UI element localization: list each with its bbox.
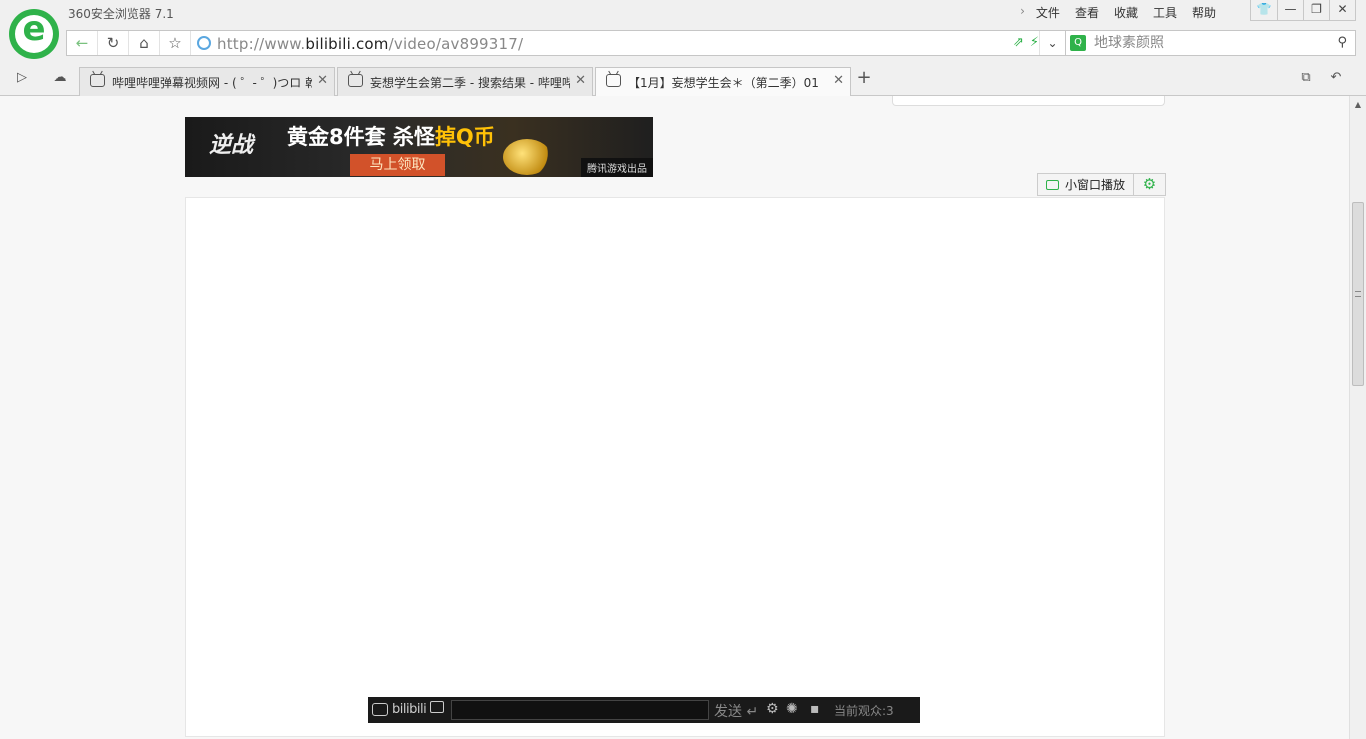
search-engine-icon[interactable]: Q [1070, 35, 1086, 51]
share-icon[interactable]: ⇗ [1013, 35, 1024, 50]
ad-cta-button[interactable]: 马上领取 [350, 154, 445, 176]
ad-game-logo: 逆战 [209, 132, 254, 158]
url-prefix: http://www. [217, 35, 306, 53]
bilibili-logo: bilibili [392, 702, 427, 717]
ad-publisher-tag: 腾讯游戏出品 [581, 158, 653, 177]
ad-headline-text: 黄金8件套 杀怪 [287, 125, 435, 149]
ad-headline-highlight: 掉Q币 [434, 125, 495, 149]
viewer-count: 当前观众:3 [834, 704, 894, 718]
menu-favorites[interactable]: 收藏 [1114, 4, 1138, 21]
tab-title: 【1月】妄想学生会＊（第二季）01 [628, 76, 819, 90]
undo-close-tab-icon[interactable]: ↶ [1326, 70, 1346, 88]
back-arrow-icon[interactable]: ← [67, 31, 98, 55]
send-label: 发送 [714, 704, 742, 720]
gear-icon[interactable]: ⚙ [766, 701, 779, 717]
close-icon[interactable]: ✕ [317, 73, 328, 88]
bilibili-tv-icon [90, 74, 105, 87]
tab-title: 哔哩哔哩弹幕视频网 - ( ゜- ゜)つロ 乾杯~ [112, 76, 312, 90]
gold-coins-image [503, 139, 551, 175]
url-input[interactable]: http://www.bilibili.com/video/av899317/ [217, 35, 523, 53]
browser-logo-icon[interactable]: e [9, 9, 59, 59]
search-box: Q ⚲ [1066, 30, 1356, 56]
address-bar: ← ↻ ⌂ ☆ http://www.bilibili.com/video/av… [66, 30, 1066, 56]
home-icon[interactable]: ⌂ [129, 31, 160, 55]
url-domain: bilibili.com [305, 35, 389, 53]
tab-video-active[interactable]: 【1月】妄想学生会＊（第二季）01 ✕ [595, 67, 851, 97]
scroll-up-arrow-icon[interactable]: ▲ [1350, 96, 1366, 113]
refresh-icon[interactable]: ↻ [98, 31, 129, 55]
tab-list-icon[interactable]: ⧉ [1296, 70, 1316, 88]
danmaku-input[interactable] [451, 700, 709, 720]
danmaku-bar: bilibili 发送 ↵ ⚙ ✺ ▪ 当前观众:3 [368, 697, 920, 723]
restore-icon[interactable]: ❐ [1303, 0, 1329, 20]
bilibili-tv-icon [606, 74, 621, 87]
header-panel-edge [892, 96, 1165, 106]
site-globe-icon [197, 36, 211, 50]
menu-tools[interactable]: 工具 [1153, 4, 1177, 21]
cloud-icon[interactable]: ☁ [50, 70, 70, 88]
scroll-thumb[interactable] [1352, 202, 1364, 386]
chevron-down-icon[interactable]: ⌄ [1039, 31, 1065, 55]
url-path: /video/av899317/ [388, 35, 524, 53]
lightning-icon[interactable]: ⚡ [1030, 35, 1039, 50]
pip-controls: 小窗口播放 ⚙ [1037, 173, 1167, 196]
navigation-bar: ← ↻ ⌂ ☆ http://www.bilibili.com/video/av… [0, 26, 1366, 62]
menu-view[interactable]: 查看 [1075, 4, 1099, 21]
close-icon[interactable]: ✕ [833, 73, 844, 88]
chevron-right-icon[interactable]: › [1020, 4, 1025, 21]
star-icon[interactable]: ☆ [160, 31, 191, 55]
app-title: 360安全浏览器 7.1 [68, 7, 174, 21]
tab-bar: ▷ ☁ 哔哩哔哩弹幕视频网 - ( ゜- ゜)つロ 乾杯~ ✕ 妄想学生会第二季… [0, 62, 1366, 97]
bilibili-tv-icon [372, 703, 388, 716]
search-icon[interactable]: ⚲ [1337, 35, 1347, 50]
window-controls: 👕 — ❐ ✕ [1250, 0, 1356, 21]
address-tools: ⇗ ⚡ [1013, 35, 1039, 50]
new-tab-plus-icon[interactable]: + [854, 67, 874, 88]
shirt-skin-icon[interactable]: 👕 [1251, 0, 1277, 20]
title-bar: 360安全浏览器 7.1 › 文件 查看 收藏 工具 帮助 👕 — ❐ ✕ [0, 0, 1366, 26]
menu-help[interactable]: 帮助 [1192, 4, 1216, 21]
tab-search-results[interactable]: 妄想学生会第二季 - 搜索结果 - 哔哩哔哩弹幕视频网 ✕ [337, 67, 593, 96]
mini-window-button[interactable]: 小窗口播放 [1038, 174, 1135, 195]
tab-bilibili-home[interactable]: 哔哩哔哩弹幕视频网 - ( ゜- ゜)つロ 乾杯~ ✕ [79, 67, 335, 96]
sidebar-toggle-icon[interactable]: ▷ [12, 70, 32, 88]
scroll-grip-icon [1355, 291, 1361, 297]
ad-banner[interactable]: 逆战 黄金8件套 杀怪掉Q币 马上领取 腾讯游戏出品 [185, 117, 653, 177]
gear-icon[interactable]: ⚙ [1134, 174, 1165, 195]
chat-bubble-icon[interactable]: ▪ [810, 701, 820, 717]
tab-title: 妄想学生会第二季 - 搜索结果 - 哔哩哔哩弹幕视频网 [370, 76, 570, 90]
vertical-scrollbar[interactable]: ▲ [1349, 96, 1366, 739]
palette-icon[interactable]: ✺ [786, 701, 798, 717]
menu-file[interactable]: 文件 [1036, 4, 1060, 21]
danmaku-toggle-icon[interactable] [430, 701, 444, 713]
minimize-icon[interactable]: — [1277, 0, 1303, 20]
send-button[interactable]: 发送 ↵ [714, 701, 758, 721]
tv-icon [1046, 179, 1059, 190]
close-icon[interactable]: ✕ [1329, 0, 1355, 20]
ad-headline: 黄金8件套 杀怪掉Q币 [287, 121, 495, 151]
video-player[interactable] [185, 197, 1165, 737]
page-viewport: 逆战 黄金8件套 杀怪掉Q币 马上领取 腾讯游戏出品 小窗口播放 ⚙ bilib… [0, 96, 1349, 739]
close-icon[interactable]: ✕ [575, 73, 586, 88]
bilibili-tv-icon [348, 74, 363, 87]
menu-bar: › 文件 查看 收藏 工具 帮助 [1020, 4, 1216, 21]
search-input[interactable] [1094, 33, 1324, 53]
mini-window-label: 小窗口播放 [1065, 178, 1126, 192]
